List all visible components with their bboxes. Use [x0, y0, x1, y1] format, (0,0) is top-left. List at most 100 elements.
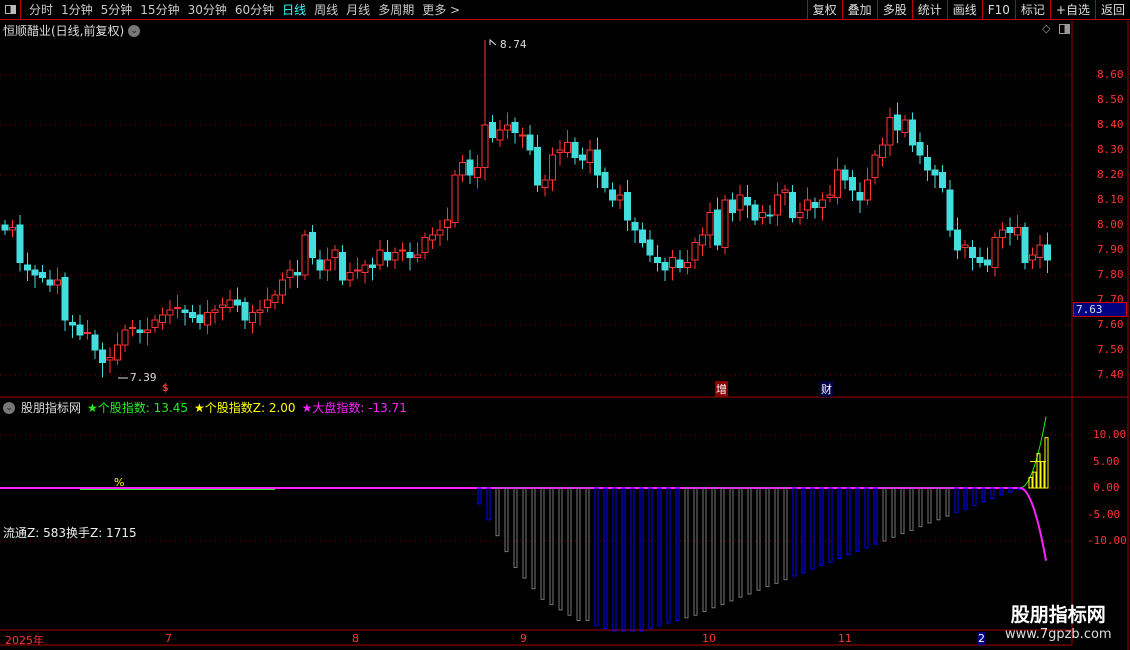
- candle-body: [61, 277, 69, 321]
- time-tick: 10: [702, 632, 716, 645]
- indicator-bar: [738, 487, 743, 598]
- candle-body: [129, 327, 136, 329]
- candle-body: [354, 269, 361, 272]
- time-tick: 7: [165, 632, 172, 645]
- indicator-bar: [603, 487, 608, 629]
- indicator-bar: [945, 487, 950, 517]
- current-price-label: 7.63: [1073, 302, 1127, 317]
- candle-body: [271, 294, 279, 303]
- candle-body: [909, 119, 916, 146]
- candle-body: [991, 237, 999, 268]
- candle-body: [1036, 244, 1044, 258]
- candle-body: [1044, 244, 1051, 261]
- dividend-marker[interactable]: $: [162, 381, 169, 394]
- price-tick: 8.30: [1097, 143, 1124, 156]
- indicator-value: ★大盘指数: -13.71: [301, 401, 407, 415]
- candle-body: [864, 179, 871, 201]
- indicator-bar: [477, 487, 482, 505]
- indicator-tick: 0.00: [1093, 481, 1120, 494]
- candle-body: [331, 249, 339, 258]
- candle-body: [511, 122, 519, 133]
- candle-body: [841, 169, 849, 181]
- candle-body: [279, 279, 286, 296]
- indicator-z-bar: [1044, 437, 1049, 489]
- candle-body: [744, 197, 751, 206]
- percent-marker: %: [114, 476, 124, 489]
- candle-body: [586, 149, 594, 163]
- candle-body: [571, 142, 579, 158]
- candle-body: [549, 154, 556, 181]
- candle-body: [556, 149, 564, 153]
- indicator-bar: [576, 487, 581, 621]
- candle-body: [976, 257, 984, 263]
- indicator-z-bar: [1032, 471, 1037, 489]
- indicator-bar: [909, 487, 914, 531]
- indicator-bar: [702, 487, 707, 612]
- candle-body: [286, 269, 294, 278]
- candle-body: [24, 264, 31, 271]
- candle-body: [384, 252, 391, 261]
- candle-body: [939, 172, 946, 188]
- indicator-z-bar: [1028, 476, 1033, 489]
- indicator-bar: [936, 487, 941, 521]
- candle-body: [249, 312, 256, 323]
- candle-body: [211, 309, 219, 313]
- candle-body: [759, 212, 766, 218]
- candle-body: [114, 344, 121, 361]
- candle-body: [301, 234, 309, 276]
- candle-body: [339, 252, 346, 281]
- candle-body: [624, 192, 631, 221]
- candle-body: [886, 117, 894, 146]
- candle-body: [954, 229, 961, 251]
- candle-body: [699, 234, 706, 246]
- candle-body: [669, 257, 676, 268]
- candle-body: [631, 222, 639, 231]
- candle-body: [106, 357, 114, 361]
- candle-body: [796, 212, 804, 218]
- indicator-bar: [765, 487, 770, 588]
- candle-body: [736, 194, 744, 211]
- candle-body: [459, 162, 466, 176]
- watermark: 股朋指标网 www.7gpzb.com: [1005, 600, 1112, 642]
- candle-body: [751, 204, 759, 221]
- chart-canvas[interactable]: %: [0, 0, 1130, 650]
- candle-body: [414, 254, 421, 258]
- candle-body: [376, 249, 384, 266]
- candle-body: [391, 252, 399, 261]
- candle-body: [181, 309, 189, 313]
- time-tick: 8: [352, 632, 359, 645]
- candle-body: [714, 209, 721, 246]
- candle-body: [369, 264, 376, 268]
- candle-body: [294, 272, 301, 276]
- candle-body: [226, 299, 234, 308]
- candle-body: [691, 242, 699, 261]
- indicator-bar: [747, 487, 752, 595]
- indicator-name[interactable]: 股朋指标网: [21, 399, 81, 416]
- candle-body: [534, 147, 541, 186]
- candle-body: [766, 214, 774, 217]
- candle-body: [924, 157, 931, 171]
- indicator-bar: [954, 487, 959, 513]
- indicator-bar: [711, 487, 716, 609]
- candle-body: [894, 114, 901, 131]
- candle-body: [879, 144, 886, 158]
- indicator-bar: [981, 487, 986, 503]
- time-tick: 2025年: [5, 634, 44, 647]
- candle-body: [54, 279, 61, 286]
- indicator-bar: [927, 487, 932, 524]
- candle-body: [474, 167, 481, 178]
- candle-body: [916, 142, 924, 156]
- candle-body: [159, 314, 166, 323]
- candle-body: [774, 194, 781, 216]
- candle-body: [601, 172, 609, 188]
- candle-body: [639, 229, 646, 243]
- candle-body: [69, 322, 76, 326]
- indicator-bar: [648, 487, 653, 629]
- chevron-down-icon[interactable]: ⌄: [3, 401, 15, 414]
- price-tick: 7.80: [1097, 268, 1124, 281]
- indicator-bar: [720, 487, 725, 606]
- indicator-bar: [792, 487, 797, 577]
- finance-marker[interactable]: 财: [820, 381, 833, 397]
- price-tick: 8.00: [1097, 218, 1124, 231]
- increase-marker[interactable]: 增: [715, 381, 728, 397]
